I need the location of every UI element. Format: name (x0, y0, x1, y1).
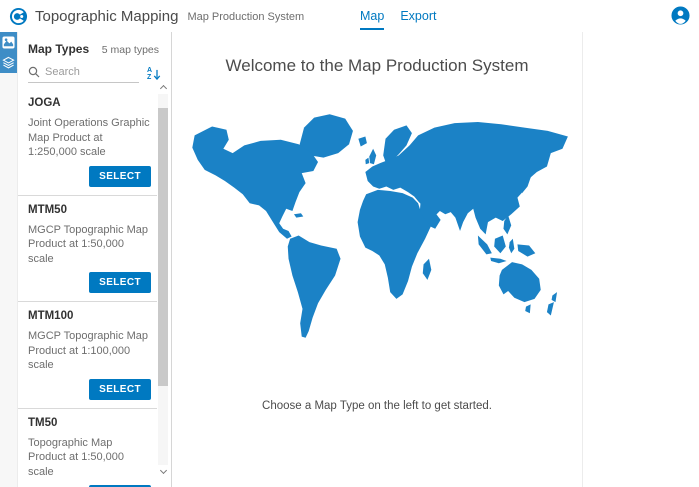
select-button-joga[interactable]: SELECT (89, 166, 151, 187)
search-box (28, 66, 139, 83)
globe-logo-icon (9, 7, 28, 26)
app-header: Topographic Mapping Map Production Syste… (0, 0, 699, 32)
map-view-tool-icon[interactable] (2, 35, 16, 49)
map-type-name: JOGA (28, 97, 155, 109)
user-avatar-icon[interactable] (671, 6, 690, 25)
app-subtitle: Map Production System (187, 11, 304, 23)
welcome-heading: Welcome to the Map Production System (172, 56, 582, 76)
map-type-count: 5 map types (102, 44, 159, 56)
map-type-description: MGCP Topographic Map Product at 1:50,000… (28, 223, 150, 267)
search-input[interactable] (45, 66, 123, 78)
panel-title: Map Types (28, 42, 89, 56)
tab-export[interactable]: Export (400, 2, 436, 30)
sidebar-scrollbar[interactable] (158, 94, 168, 465)
map-types-panel: Map Types 5 map types A Z (18, 32, 171, 487)
main-content: Welcome to the Map Production System (172, 32, 583, 487)
instruction-text: Choose a Map Type on the left to get sta… (172, 400, 582, 412)
sort-arrow-down-icon (153, 69, 161, 80)
scroll-down-icon[interactable] (158, 467, 168, 477)
top-nav: Map Export (360, 0, 436, 32)
map-type-description: MGCP Topographic Map Product at 1:100,00… (28, 329, 150, 373)
list-item-mtm100: MTM100 MGCP Topographic Map Product at 1… (18, 302, 157, 409)
scroll-up-icon[interactable] (158, 82, 168, 92)
map-type-name: MTM100 (28, 310, 155, 322)
map-type-description: Joint Operations Graphic Map Product at … (28, 116, 150, 160)
app-title: Topographic Mapping (35, 8, 178, 25)
map-type-list: JOGA Joint Operations Graphic Map Produc… (18, 89, 171, 487)
list-item-tm50: TM50 Topographic Map Product at 1:50,000… (18, 409, 157, 487)
select-button-mtm100[interactable]: SELECT (89, 379, 151, 400)
sort-az-button[interactable]: A Z (147, 68, 161, 81)
map-type-name: MTM50 (28, 204, 155, 216)
select-button-mtm50[interactable]: SELECT (89, 272, 151, 293)
tool-strip (0, 32, 18, 487)
list-item-mtm50: MTM50 MGCP Topographic Map Product at 1:… (18, 196, 157, 303)
scrollbar-thumb[interactable] (158, 108, 168, 386)
sort-letter-z: Z (147, 75, 152, 82)
tab-map[interactable]: Map (360, 2, 384, 30)
world-map-image (183, 102, 571, 380)
list-item-joga: JOGA Joint Operations Graphic Map Produc… (18, 89, 157, 196)
search-icon (28, 66, 40, 78)
layers-tool-icon[interactable] (2, 55, 16, 69)
map-type-description: Topographic Map Product at 1:50,000 scal… (28, 436, 150, 480)
sidebar: Map Types 5 map types A Z (0, 32, 172, 487)
map-type-name: TM50 (28, 417, 155, 429)
